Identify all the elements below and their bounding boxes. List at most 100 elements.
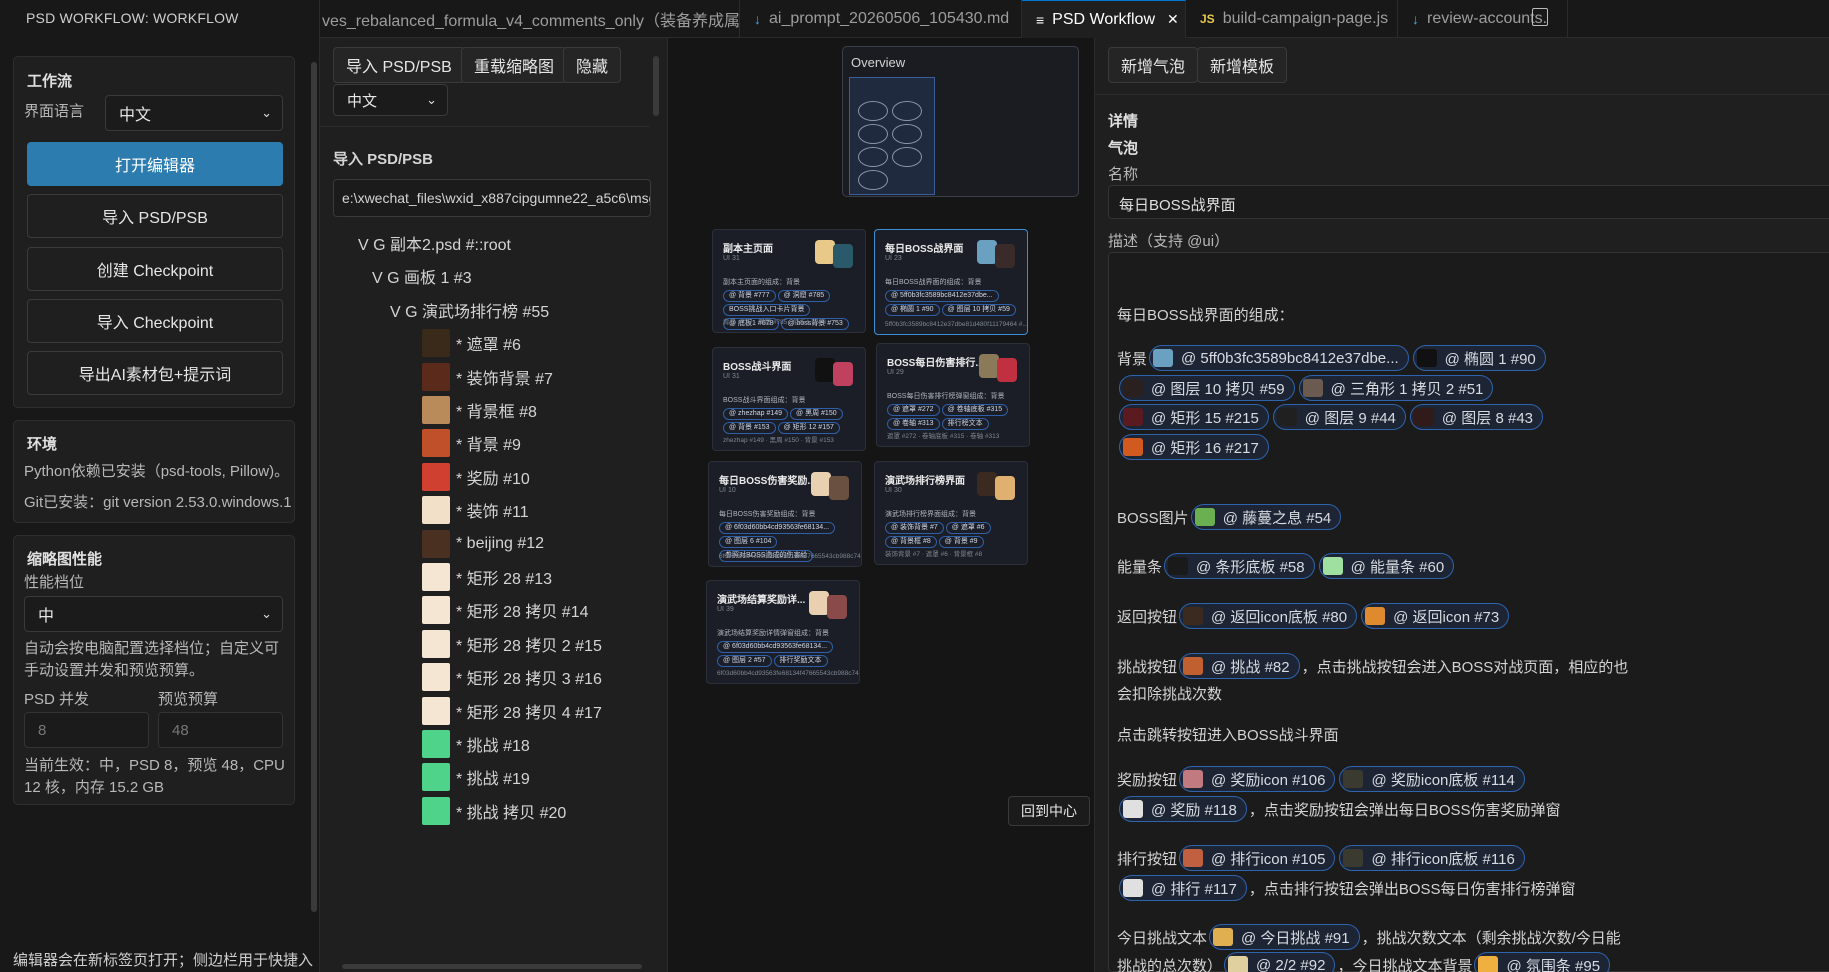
add-bubble-button[interactable]: 新增气泡	[1108, 47, 1199, 83]
tree-node[interactable]: * 挑战 拷贝 #20	[422, 796, 566, 826]
tree-node-label: * 矩形 28 拷贝 4 #17	[456, 704, 602, 722]
layer-thumb-icon	[1123, 408, 1143, 426]
name-input[interactable]: 每日BOSS战界面	[1108, 185, 1829, 219]
hide-button[interactable]: 隐藏	[563, 47, 622, 83]
mention-chip[interactable]: @ 椭圆 1 #90	[1412, 345, 1546, 371]
tree-node[interactable]: V G 演武场排行榜 #55	[390, 295, 549, 325]
node-mention-chip: @ 图层 2 #57	[717, 655, 772, 667]
tree-node[interactable]: * beijing #12	[422, 529, 544, 559]
node-canvas[interactable]: Overview 回到中心 副本主页面 UI 31 副本主页面的组成：背景 @ 背景 …	[668, 38, 1094, 972]
language-select[interactable]: 中文 ⌄	[105, 95, 283, 131]
mention-chip[interactable]: @ 排行 #117	[1119, 875, 1247, 901]
desc-last-line: 挑战的总次数） @ 2/2 #92 ，今日挑战文本背景 @ 氛围条 #95	[1117, 952, 1612, 972]
ui-node-card[interactable]: 演武场排行榜界面 UI 30 演武场排行榜界面组成：背景 @ 装饰背景 #7 @ 遮罩 …	[874, 461, 1028, 565]
tab-psd-workflow[interactable]: ≡ PSD Workflow ✕	[1022, 0, 1186, 38]
tree-node[interactable]: * 挑战 #18	[422, 729, 530, 759]
tree-horizontal-scrollbar[interactable]	[342, 964, 642, 969]
close-icon[interactable]: ✕	[1167, 11, 1179, 28]
create-checkpoint-button[interactable]: 创建 Checkpoint	[27, 247, 283, 291]
budget-input[interactable]: 48	[158, 712, 283, 748]
layer-thumb-icon	[1183, 770, 1204, 788]
tab-json[interactable]: ves_rebalanced_formula_v4_comments_only（…	[320, 0, 740, 38]
chip-label: @ 奖励 #118	[1151, 801, 1237, 819]
import-checkpoint-button[interactable]: 导入 Checkpoint	[27, 299, 283, 343]
mention-chip[interactable]: @ 今日挑战 #91	[1209, 924, 1360, 950]
export-ai-pack-button[interactable]: 导出AI素材包+提示词	[27, 351, 283, 395]
tree-node[interactable]: * 矩形 28 拷贝 2 #15	[422, 629, 602, 659]
tree-node[interactable]: * 装饰背景 #7	[422, 362, 553, 392]
mention-chip[interactable]: @ 奖励icon底板 #114	[1339, 766, 1525, 792]
panel-scrollbar[interactable]	[653, 56, 659, 116]
perf-level-value: 中	[38, 608, 55, 625]
node-mention-chip: @ zhezhap #149	[723, 408, 789, 420]
tree-node[interactable]: * 遮罩 #6	[422, 328, 521, 358]
ui-node-card[interactable]: 每日BOSS战界面 UI 23 每日BOSS战界面的组成：背景 @ 5ff0b3fc3…	[874, 229, 1028, 335]
perf-level-label: 性能档位	[24, 574, 85, 591]
mention-chip[interactable]: @ 5ff0b3fc3589bc8412e37dbe...	[1149, 345, 1409, 371]
tree-node[interactable]: * 矩形 28 拷贝 3 #16	[422, 662, 602, 692]
chevron-down-icon: ⌄	[261, 105, 272, 120]
perf-level-select[interactable]: 中 ⌄	[24, 596, 283, 632]
ui-node-card[interactable]: 演武场结算奖励详... UI 39 演武场结算奖励详情弹窗组成：背景 @ 6f03d6…	[706, 580, 860, 684]
ui-node-card[interactable]: 每日BOSS伤害奖励... UI 10 每日BOSS伤害奖励组成：背景 @ 6f03d…	[708, 461, 862, 567]
mention-chip[interactable]: @ 返回icon底板 #80	[1179, 603, 1358, 629]
tree-node[interactable]: * 装饰 #11	[422, 495, 529, 525]
tree-node[interactable]: * 矩形 28 拷贝 4 #17	[422, 696, 602, 726]
mention-chip[interactable]: @ 挑战 #82	[1179, 653, 1300, 679]
mention-chip[interactable]: @ 矩形 16 #217	[1119, 434, 1269, 460]
layer-thumb-icon	[422, 763, 450, 792]
mention-chip[interactable]: @ 能量条 #60	[1318, 553, 1455, 579]
tree-node[interactable]: * 背景框 #8	[422, 395, 537, 425]
tree-node[interactable]: * 挑战 #19	[422, 762, 530, 792]
import-psd-button[interactable]: 导入 PSD/PSB	[27, 194, 283, 238]
reload-thumbnails-button[interactable]: 重载缩略图	[461, 47, 568, 83]
tree-node[interactable]: V G 画板 1 #3	[372, 261, 472, 291]
mention-chip[interactable]: @ 图层 10 拷贝 #59	[1119, 375, 1295, 401]
mention-chip[interactable]: @ 图层 9 #44	[1272, 404, 1406, 430]
mention-chip[interactable]: @ 条形底板 #58	[1164, 553, 1315, 579]
mention-chip[interactable]: @ 奖励icon #106	[1179, 766, 1336, 792]
node-desc-text: 每日BOSS伤害奖励组成：背景	[719, 511, 816, 518]
mention-chip[interactable]: @ 三角形 1 拷贝 2 #51	[1298, 375, 1494, 401]
open-editor-button[interactable]: 打开编辑器	[27, 142, 283, 186]
workflow-heading: 工作流	[27, 73, 73, 90]
ui-node-card[interactable]: BOSS战斗界面 UI 31 BOSS战斗界面组成：背景 @ zhezhap #149…	[712, 347, 866, 451]
tree-node[interactable]: * 矩形 28 #13	[422, 562, 552, 592]
tree-node[interactable]: * 奖励 #10	[422, 462, 530, 492]
overview-panel[interactable]: Overview	[842, 46, 1079, 197]
panel-language-select[interactable]: 中文 ⌄	[333, 84, 448, 116]
tree-node[interactable]: * 背景 #9	[422, 428, 521, 458]
tab-ai-prompt[interactable]: ↓ ai_prompt_20260506_105430.md	[740, 0, 1022, 38]
sidebar-scrollbar[interactable]	[311, 62, 317, 912]
tree-node[interactable]: * 矩形 28 拷贝 #14	[422, 595, 589, 625]
split-editor-icon[interactable]	[1532, 8, 1548, 26]
mention-chip[interactable]: @ 奖励 #118	[1119, 796, 1247, 822]
chip-label: @ 奖励icon底板 #114	[1371, 771, 1515, 789]
mention-chip[interactable]: @ 排行icon #105	[1179, 845, 1336, 871]
chip-label: @ 图层 10 拷贝 #59	[1151, 380, 1285, 398]
tree-node-label: * 挑战 #19	[456, 771, 530, 789]
mention-chip[interactable]: @ 2/2 #92	[1224, 952, 1336, 972]
tab-build-campaign[interactable]: JS build-campaign-page.js	[1186, 0, 1398, 38]
desc-intro: 每日BOSS战界面的组成：	[1117, 307, 1294, 324]
mention-chip[interactable]: @ 氛围条 #95	[1474, 952, 1611, 972]
rank-text: ，点击排行按钮会弹出BOSS每日伤害排行榜弹窗	[1248, 880, 1576, 898]
ui-node-card[interactable]: BOSS每日伤害排行... UI 29 BOSS每日伤害排行榜弹窗组成：背景 @ 遮罩…	[876, 343, 1030, 447]
mention-chip[interactable]: @ 返回icon #73	[1361, 603, 1510, 629]
tree-node[interactable]: V G 副本2.psd #::root	[358, 228, 511, 258]
concurrency-input[interactable]: 8	[24, 712, 149, 748]
import-psd-toolbar-button[interactable]: 导入 PSD/PSB	[333, 47, 465, 83]
ui-node-card[interactable]: 副本主页面 UI 31 副本主页面的组成：背景 @ 背景 #777 @ 洞窟 #785 B…	[712, 229, 866, 333]
reward-text: ，点击奖励按钮会弹出每日BOSS伤害奖励弹窗	[1248, 801, 1561, 819]
mention-chip[interactable]: @ 藤蔓之息 #54	[1190, 504, 1342, 530]
mention-chip[interactable]: @ 图层 8 #43	[1409, 404, 1544, 430]
mention-chip[interactable]: @ 矩形 15 #215	[1119, 404, 1269, 430]
node-mention-chip: @ 背景 #777	[723, 290, 776, 302]
psd-path-input[interactable]: e:\xwechat_files\wxid_x887cipgumne22_a5c…	[333, 179, 651, 217]
add-template-button[interactable]: 新增模板	[1197, 47, 1288, 83]
chip-label: @ 能量条 #60	[1350, 558, 1445, 576]
recenter-button[interactable]: 回到中心	[1008, 796, 1090, 826]
layer-thumb-icon	[422, 596, 450, 625]
node-desc-text: BOSS战斗界面组成：背景	[723, 397, 806, 404]
mention-chip[interactable]: @ 排行icon底板 #116	[1339, 845, 1525, 871]
